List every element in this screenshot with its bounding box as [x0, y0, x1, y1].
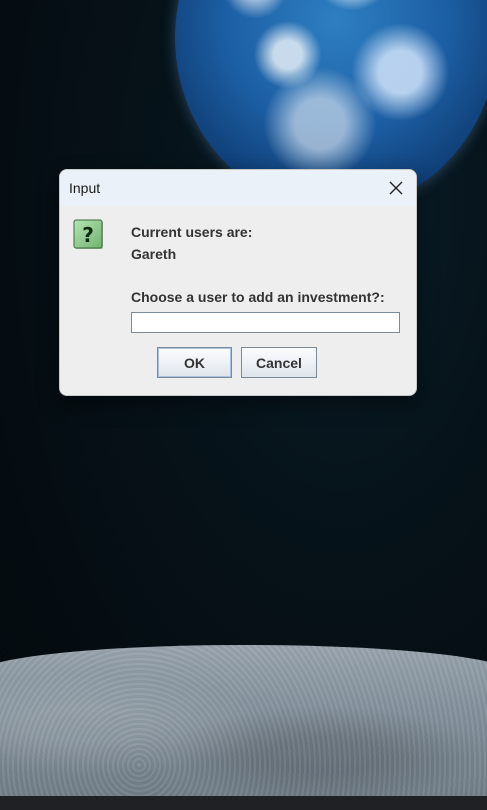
question-icon: ? [73, 219, 103, 249]
user-input-field[interactable] [131, 312, 400, 333]
svg-text:?: ? [82, 223, 94, 247]
dialog-titlebar[interactable]: Input [60, 170, 416, 206]
dialog-message: Current users are: Gareth [131, 221, 252, 265]
ok-button[interactable]: OK [157, 347, 232, 378]
taskbar [0, 796, 487, 810]
close-icon [389, 181, 403, 195]
message-line-header: Current users are: [131, 224, 253, 240]
prompt-label: Choose a user to add an investment?: [131, 289, 385, 305]
dialog-title: Input [69, 180, 101, 196]
dialog-body: ? Current users are: Gareth Choose a use… [60, 206, 416, 395]
close-button[interactable] [382, 174, 410, 202]
cancel-button[interactable]: Cancel [241, 347, 317, 378]
desktop: Input ? Current users are: Gareth Choose… [0, 0, 487, 810]
input-dialog: Input ? Current users are: Gareth Choose… [59, 169, 417, 396]
message-line-user: Gareth [131, 246, 177, 262]
moon-surface-image [0, 645, 487, 810]
